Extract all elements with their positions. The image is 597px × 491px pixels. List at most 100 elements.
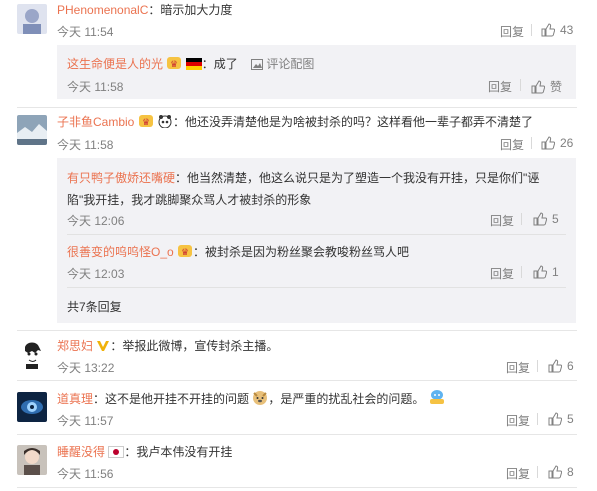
like-button[interactable]: 43 xyxy=(541,23,573,37)
vip-badge-icon: ♛ xyxy=(167,57,182,70)
divider xyxy=(17,330,577,331)
verified-v-icon xyxy=(97,341,110,351)
more-replies-link[interactable]: 共7条回复 xyxy=(67,298,122,315)
divider xyxy=(17,380,577,381)
reply-text: ：成了 xyxy=(201,57,238,71)
username-link[interactable]: 郑思妇 xyxy=(57,339,93,353)
comment-body: 道真理：这不是他开挂不开挂的问题 ，是严重的扰乱社会的问题。 xyxy=(57,389,446,407)
separator xyxy=(537,413,538,425)
svg-text:♛: ♛ xyxy=(170,60,178,70)
separator xyxy=(531,137,532,149)
separator xyxy=(521,213,522,225)
comment-text: ：举报此微博，宣传封杀主播。 xyxy=(110,339,279,353)
separator xyxy=(531,24,532,36)
like-count: 43 xyxy=(560,23,574,37)
username-link[interactable]: 子非鱼Cambio xyxy=(57,115,134,129)
like-label: 赞 xyxy=(550,80,563,94)
thumbs-up-icon xyxy=(548,359,562,373)
thumbs-up-icon xyxy=(533,212,547,226)
reply-body: 有只鸭子傲娇还嘴硬：他当然清楚，他这么说只是为了塑造一个我没有开挂，只是你们"诬… xyxy=(67,167,539,211)
timestamp: 今天 11:58 xyxy=(67,80,124,94)
comment-picture-link[interactable]: 评论配图 xyxy=(251,57,314,71)
avatar[interactable] xyxy=(17,392,47,422)
comment-body: 郑思妇 ：举报此微博，宣传封杀主播。 xyxy=(57,337,278,354)
divider xyxy=(17,107,577,108)
avatar[interactable] xyxy=(17,445,47,475)
sweat-emoji-icon xyxy=(429,390,444,404)
reply-body: 很善变的呜呜怪O_o ♛ ：被封杀是因为粉丝聚会教唆粉丝骂人吧 xyxy=(67,243,409,260)
like-button[interactable]: 6 xyxy=(548,359,574,373)
reply-text-line1: ：他当然清楚，他这么说只是为了塑造一个我没有开挂，只是你们"诬 xyxy=(175,171,540,185)
timestamp: 今天 11:57 xyxy=(57,414,114,428)
like-count: 26 xyxy=(560,136,574,150)
username-link[interactable]: PHenomenonalC xyxy=(57,3,148,17)
timestamp: 今天 12:03 xyxy=(67,267,125,281)
separator xyxy=(520,79,521,91)
timestamp: 今天 11:56 xyxy=(57,467,114,481)
divider xyxy=(67,287,566,288)
like-count: 5 xyxy=(552,212,559,226)
divider xyxy=(67,234,566,235)
thumbs-up-icon xyxy=(548,465,562,479)
timestamp: 今天 11:54 xyxy=(57,25,114,39)
like-button[interactable]: 赞 xyxy=(531,78,562,95)
like-button[interactable]: 5 xyxy=(548,412,574,426)
reply-button[interactable]: 回复 xyxy=(488,78,512,95)
comment-picture-label: 评论配图 xyxy=(266,57,315,71)
username-link[interactable]: 睡醒没得 xyxy=(57,445,105,459)
reply-button[interactable]: 回复 xyxy=(506,465,530,482)
username-link[interactable]: 有只鸭子傲娇还嘴硬 xyxy=(67,171,175,185)
timestamp: 今天 13:22 xyxy=(57,361,115,375)
avatar[interactable] xyxy=(17,115,47,145)
like-count: 6 xyxy=(567,359,574,373)
thumbs-up-icon xyxy=(531,79,545,93)
reply-button[interactable]: 回复 xyxy=(506,359,530,376)
comment-text: ：我卢本伟没有开挂 xyxy=(124,445,233,459)
reply-text: ：被封杀是因为粉丝聚会教唆粉丝骂人吧 xyxy=(193,245,410,259)
image-icon xyxy=(251,59,264,70)
thumbs-up-icon xyxy=(541,23,555,37)
username-link[interactable]: 这生命便是人的光 xyxy=(67,57,163,71)
reply-button[interactable]: 回复 xyxy=(490,265,514,282)
like-button[interactable]: 1 xyxy=(533,265,559,279)
comment-body: PHenomenonalC：暗示加大力度 xyxy=(57,1,232,18)
username-link[interactable]: 道真理 xyxy=(57,392,93,406)
comment-text: ：暗示加大力度 xyxy=(148,3,233,17)
vip-badge-icon: ♛ xyxy=(178,245,193,258)
like-button[interactable]: 5 xyxy=(533,212,559,226)
reply-button[interactable]: 回复 xyxy=(500,136,524,153)
reply-button[interactable]: 回复 xyxy=(506,412,530,429)
doge-emoji-icon xyxy=(253,391,268,405)
reply-body: 这生命便是人的光 ♛ ：成了 评论配图 xyxy=(67,55,314,72)
thumbs-up-icon xyxy=(533,265,547,279)
separator xyxy=(521,266,522,278)
comment-text: ：这不是他开挂不开挂的问题 xyxy=(93,392,250,406)
japan-flag-icon xyxy=(108,446,125,458)
like-button[interactable]: 26 xyxy=(541,136,573,150)
avatar[interactable] xyxy=(17,4,47,34)
comment-text-cont: ，是严重的扰乱社会的问题。 xyxy=(268,392,425,406)
username-link[interactable]: 很善变的呜呜怪O_o xyxy=(67,245,174,259)
vip-badge-icon: ♛ xyxy=(138,115,153,128)
thumbs-up-icon xyxy=(541,136,555,150)
reply-button[interactable]: 回复 xyxy=(490,212,514,229)
timestamp: 今天 11:58 xyxy=(57,138,114,152)
comment-body: 子非鱼Cambio ♛ ：他还没弄清楚他是为啥被封杀的吗？这样看他一辈子都弄不清… xyxy=(57,113,533,130)
avatar[interactable] xyxy=(17,339,47,369)
like-count: 1 xyxy=(552,265,559,279)
separator xyxy=(537,466,538,478)
germany-flag-icon xyxy=(185,58,202,70)
reply-text-line2: 陷"我开挂，我才跳脚聚众骂人才被封杀的形象 xyxy=(67,193,312,207)
separator xyxy=(537,360,538,372)
like-count: 8 xyxy=(567,465,574,479)
like-button[interactable]: 8 xyxy=(548,465,574,479)
reply-button[interactable]: 回复 xyxy=(500,23,524,40)
svg-text:♛: ♛ xyxy=(142,118,150,128)
divider xyxy=(17,434,577,435)
comment-text: ：他还没弄清楚他是为啥被封杀的吗？这样看他一辈子都弄不清楚了 xyxy=(173,115,534,129)
svg-text:♛: ♛ xyxy=(181,248,189,258)
panda-icon xyxy=(158,115,172,128)
like-count: 5 xyxy=(567,412,574,426)
divider xyxy=(17,487,577,488)
timestamp: 今天 12:06 xyxy=(67,214,125,228)
